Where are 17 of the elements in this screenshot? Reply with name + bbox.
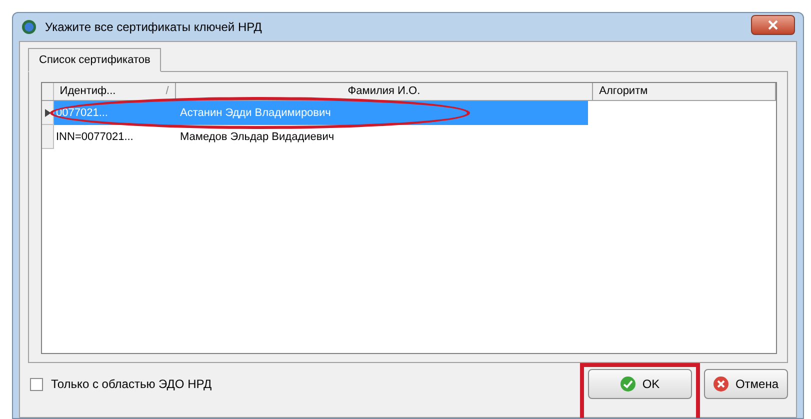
cancel-icon	[713, 376, 730, 392]
close-icon	[768, 20, 778, 30]
window-title: Укажите все сертификаты ключей НРД	[45, 19, 262, 36]
cancel-button[interactable]: Отмена	[704, 369, 788, 399]
column-header[interactable]: Алгоритм	[593, 83, 776, 100]
check-icon	[620, 376, 636, 392]
column-header[interactable]: Фамилия И.О.	[176, 83, 594, 100]
row-indicator[interactable]	[42, 101, 54, 125]
close-button[interactable]	[751, 15, 795, 35]
column-header[interactable]: Идентиф... /	[54, 83, 176, 100]
tab[interactable]: Список сертификатов	[28, 48, 162, 72]
checkbox-label: Только с областью ЭДО НРД	[51, 376, 212, 393]
row-pointer-icon	[44, 108, 50, 116]
checkbox[interactable]	[30, 378, 43, 390]
ok-button[interactable]: OK	[588, 369, 692, 399]
table-row[interactable]: INN=0077021... Мамедов Эльдар Видадиевич	[54, 125, 588, 149]
app-icon	[21, 19, 37, 35]
